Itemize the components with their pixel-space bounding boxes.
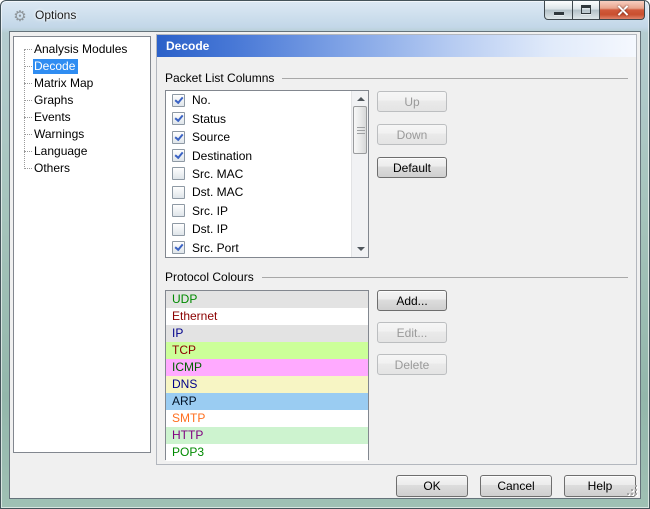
packet-column-label: Status xyxy=(192,112,226,126)
sidebar-item-language[interactable]: Language xyxy=(14,143,150,160)
packet-column-row[interactable]: Src. Port xyxy=(166,239,351,257)
scroll-up-icon[interactable] xyxy=(352,91,368,106)
sidebar-item-events[interactable]: Events xyxy=(14,109,150,126)
packet-column-row[interactable]: Dst. IP xyxy=(166,220,351,238)
scrollbar-grip-icon xyxy=(357,127,365,128)
sidebar-item-label: Language xyxy=(33,144,90,159)
close-button[interactable] xyxy=(600,1,645,20)
checkbox-icon[interactable] xyxy=(172,167,185,180)
protocol-row[interactable]: Ethernet xyxy=(166,308,368,325)
packet-column-row[interactable]: Status xyxy=(166,109,351,127)
gear-icon: ⚙ xyxy=(12,8,28,24)
cancel-button[interactable]: Cancel xyxy=(480,475,552,497)
checkbox-icon[interactable] xyxy=(172,241,185,254)
sidebar-item-label: Graphs xyxy=(33,93,76,108)
options-category-tree: Analysis Modules Decode Matrix Map Graph… xyxy=(13,36,151,453)
decode-settings-panel: Decode Packet List Columns No. Status xyxy=(156,34,637,465)
protocol-row[interactable]: HTTP xyxy=(166,427,368,444)
caption-buttons xyxy=(544,1,645,20)
minimize-icon xyxy=(554,12,564,15)
protocol-row[interactable]: IP xyxy=(166,325,368,342)
sidebar-item-label: Others xyxy=(33,161,73,176)
packet-column-label: Src. Port xyxy=(192,241,239,255)
protocol-row[interactable]: ARP xyxy=(166,393,368,410)
packet-column-row[interactable]: Src. MAC xyxy=(166,165,351,183)
group-label: Packet List Columns xyxy=(165,71,274,85)
maximize-icon xyxy=(581,5,591,14)
dialog-client-area: Analysis Modules Decode Matrix Map Graph… xyxy=(9,31,641,499)
packet-column-row[interactable]: Dst. MAC xyxy=(166,183,351,201)
sidebar-item-matrix-map[interactable]: Matrix Map xyxy=(14,75,150,92)
protocol-colours-listbox: UDP Ethernet IP TCP ICMP DNS ARP SMTP HT… xyxy=(165,290,369,460)
sidebar-item-label: Decode xyxy=(33,59,78,74)
sidebar-item-analysis-modules[interactable]: Analysis Modules xyxy=(14,41,150,58)
packet-column-label: Dst. MAC xyxy=(192,185,243,199)
packet-column-label: Destination xyxy=(192,149,252,163)
sidebar-item-graphs[interactable]: Graphs xyxy=(14,92,150,109)
protocol-row[interactable]: SMTP xyxy=(166,410,368,427)
scrollbar-thumb[interactable] xyxy=(353,106,367,154)
sidebar-item-label: Warnings xyxy=(33,127,87,142)
protocol-row[interactable]: DNS xyxy=(166,376,368,393)
default-button[interactable]: Default xyxy=(377,157,447,178)
packet-column-row[interactable]: Source xyxy=(166,128,351,146)
checkbox-icon[interactable] xyxy=(172,204,185,217)
up-button[interactable]: Up xyxy=(377,91,447,112)
packet-column-row[interactable]: No. xyxy=(166,91,351,109)
packet-column-label: Src. MAC xyxy=(192,167,243,181)
packet-column-row[interactable]: Destination xyxy=(166,146,351,164)
checkbox-icon[interactable] xyxy=(172,223,185,236)
group-label: Protocol Colours xyxy=(165,270,254,284)
packet-column-label: Dst. IP xyxy=(192,222,228,236)
options-dialog: ⚙ Options Analysis Modules Decode xyxy=(0,0,650,509)
vertical-scrollbar[interactable] xyxy=(351,91,368,257)
checkbox-icon[interactable] xyxy=(172,131,185,144)
sidebar-item-others[interactable]: Others xyxy=(14,160,150,177)
packet-column-row[interactable]: Src. IP xyxy=(166,202,351,220)
maximize-button[interactable] xyxy=(573,1,600,20)
packet-column-label: Source xyxy=(192,130,230,144)
help-button[interactable]: Help xyxy=(564,475,636,497)
minimize-button[interactable] xyxy=(544,1,573,20)
group-divider xyxy=(282,78,628,79)
checkbox-icon[interactable] xyxy=(172,112,185,125)
protocol-colours-group: Protocol Colours xyxy=(165,270,630,284)
sidebar-item-label: Events xyxy=(33,110,74,125)
checkbox-icon[interactable] xyxy=(172,94,185,107)
add-button[interactable]: Add... xyxy=(377,290,447,311)
checkbox-icon[interactable] xyxy=(172,149,185,162)
protocol-row[interactable]: ICMP xyxy=(166,359,368,376)
resize-grip[interactable] xyxy=(627,485,637,495)
sidebar-item-warnings[interactable]: Warnings xyxy=(14,126,150,143)
title-bar[interactable]: ⚙ Options xyxy=(1,1,649,31)
window-title: Options xyxy=(35,1,76,30)
edit-button[interactable]: Edit... xyxy=(377,322,447,343)
group-divider xyxy=(262,277,628,278)
close-icon xyxy=(617,5,628,16)
protocol-row[interactable]: UDP xyxy=(166,291,368,308)
sidebar-item-label: Matrix Map xyxy=(33,76,96,91)
packet-columns-listbox: No. Status Source Destination xyxy=(165,90,369,258)
ok-button[interactable]: OK xyxy=(396,475,468,497)
packet-column-label: No. xyxy=(192,93,211,107)
packet-column-label: Src. IP xyxy=(192,204,228,218)
checkbox-icon[interactable] xyxy=(172,186,185,199)
page-title: Decode xyxy=(157,35,636,57)
down-button[interactable]: Down xyxy=(377,124,447,145)
sidebar-item-label: Analysis Modules xyxy=(33,42,130,57)
sidebar-item-decode[interactable]: Decode xyxy=(14,58,150,75)
protocol-row[interactable]: POP3 xyxy=(166,444,368,461)
protocol-row[interactable]: TCP xyxy=(166,342,368,359)
delete-button[interactable]: Delete xyxy=(377,354,447,375)
packet-list-columns-group: Packet List Columns xyxy=(165,71,630,85)
scroll-down-icon[interactable] xyxy=(352,242,368,257)
